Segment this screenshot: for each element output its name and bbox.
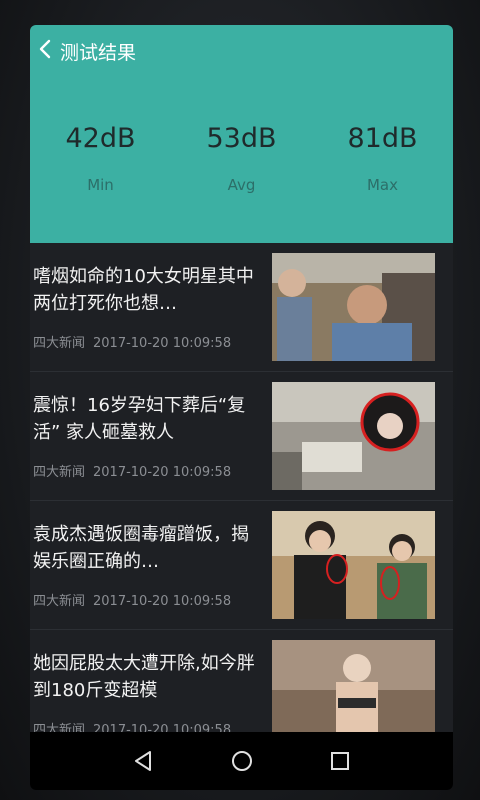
news-meta: 四大新闻 2017-10-20 10:09:58 — [33, 332, 231, 351]
news-title: 震惊！16岁孕妇下葬后“复活” 家人砸墓救人 — [33, 395, 246, 443]
news-meta: 四大新闻 2017-10-20 10:09:58 — [33, 590, 231, 609]
stat-min-value: 42dB — [65, 123, 136, 154]
nav-home-button[interactable] — [229, 748, 255, 774]
news-time: 2017-10-20 10:09:58 — [93, 465, 232, 480]
app-window: 测试结果 42dB Min 53dB Avg 81dB Max 嗜烟如命的10大… — [30, 25, 453, 790]
news-source: 四大新闻 — [33, 465, 86, 480]
nav-back-button[interactable] — [131, 748, 157, 774]
news-thumbnail — [272, 382, 435, 490]
db-stats: 42dB Min 53dB Avg 81dB Max — [30, 123, 453, 194]
system-nav-bar — [30, 732, 453, 790]
stat-min: 42dB Min — [30, 123, 171, 194]
news-source: 四大新闻 — [33, 336, 86, 351]
news-meta: 四大新闻 2017-10-20 10:09:58 — [33, 461, 231, 480]
nav-recents-button[interactable] — [327, 748, 353, 774]
news-source: 四大新闻 — [33, 594, 86, 609]
news-item[interactable]: 嗜烟如命的10大女明星其中两位打死你也想… 四大新闻 2017-10-20 10:… — [30, 243, 453, 372]
circle-home-icon — [229, 748, 255, 774]
triangle-back-icon — [131, 748, 157, 774]
news-time: 2017-10-20 10:09:58 — [93, 336, 232, 351]
news-thumbnail — [272, 253, 435, 361]
stat-max: 81dB Max — [312, 123, 453, 194]
stat-avg: 53dB Avg — [171, 123, 312, 194]
result-header: 测试结果 42dB Min 53dB Avg 81dB Max — [30, 25, 453, 243]
news-list: 嗜烟如命的10大女明星其中两位打死你也想… 四大新闻 2017-10-20 10:… — [30, 243, 453, 759]
square-recents-icon — [327, 748, 353, 774]
stat-avg-label: Avg — [227, 176, 256, 194]
news-thumbnail — [272, 511, 435, 619]
stat-min-label: Min — [87, 176, 114, 194]
news-title: 嗜烟如命的10大女明星其中两位打死你也想… — [33, 266, 254, 314]
news-time: 2017-10-20 10:09:58 — [93, 594, 232, 609]
screen-background: 测试结果 42dB Min 53dB Avg 81dB Max 嗜烟如命的10大… — [0, 0, 480, 800]
stat-max-value: 81dB — [347, 123, 418, 154]
back-button[interactable]: 测试结果 — [38, 37, 136, 65]
chevron-left-icon — [38, 39, 52, 63]
stat-avg-value: 53dB — [206, 123, 277, 154]
stat-max-label: Max — [366, 176, 398, 194]
news-title: 她因屁股太大遭开除,如今胖到180斤变超模 — [33, 653, 255, 701]
news-item[interactable]: 震惊！16岁孕妇下葬后“复活” 家人砸墓救人 四大新闻 2017-10-20 10… — [30, 372, 453, 501]
news-item[interactable]: 袁成杰遇饭圈毒瘤蹭饭，揭娱乐圈正确的… 四大新闻 2017-10-20 10:09… — [30, 501, 453, 630]
news-title: 袁成杰遇饭圈毒瘤蹭饭，揭娱乐圈正确的… — [33, 524, 249, 572]
page-title: 测试结果 — [60, 41, 137, 64]
